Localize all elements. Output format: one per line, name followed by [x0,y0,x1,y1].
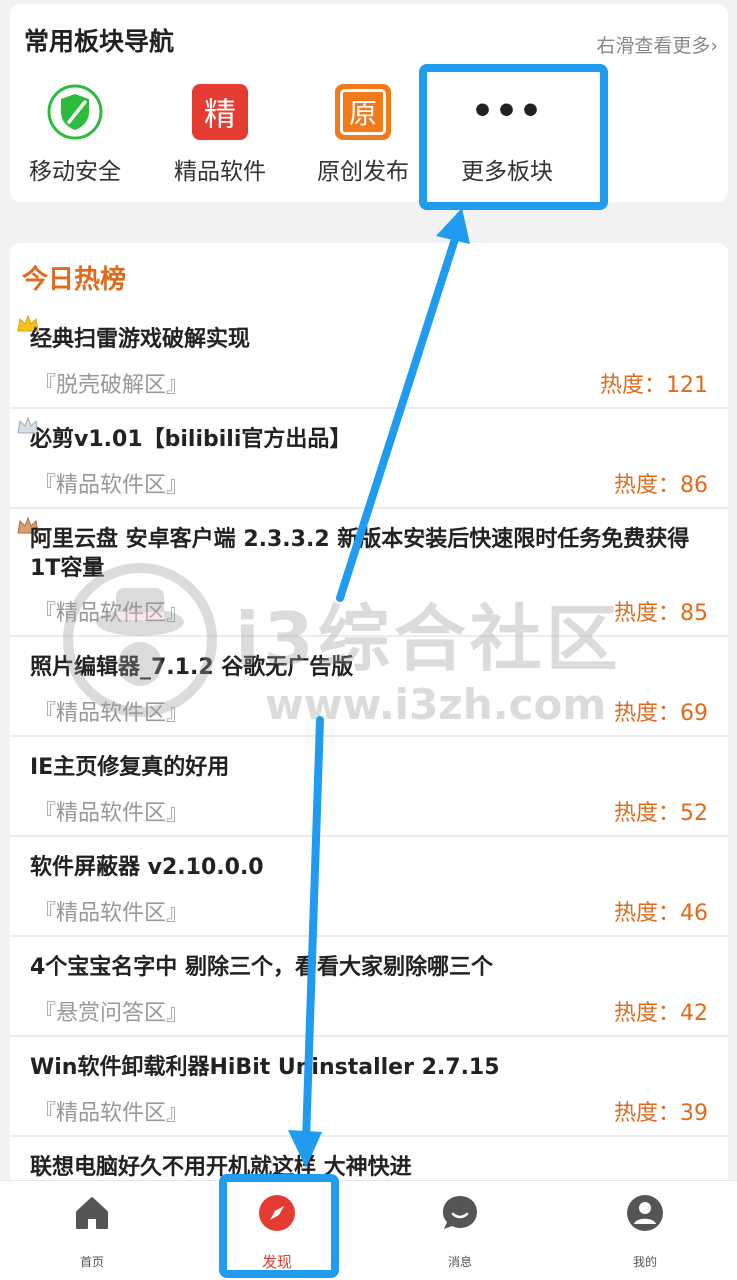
tab-discover[interactable]: 发现 [212,1189,342,1272]
tab-label: 发现 [261,1253,292,1271]
section-nav-title: 常用板块导航 [24,27,175,56]
hot-item-title: 必剪v1.01【bilibili官方出品】 [30,427,352,452]
hot-item-heat: 热度：121 [600,373,708,398]
bottom-tab-bar: 首页 发现 消息 我的 [0,1180,737,1280]
nav-item-label: 原创发布 [317,159,409,185]
nav-item-more-sections[interactable]: ••• 更多板块 [437,84,577,194]
hot-item-section: 『精品软件区』 [34,1101,189,1126]
hot-item-section: 『脱壳破解区』 [34,373,189,398]
nav-item-mobile-security[interactable]: 移动安全 [5,84,145,194]
tab-profile[interactable]: 我的 [580,1189,710,1270]
hot-item-section: 『精品软件区』 [34,801,189,826]
hot-item-section: 『精品软件区』 [34,601,189,626]
hot-item-title: 联想电脑好久不用开机就这样 大神快进 [30,1155,412,1180]
shield-icon [47,84,103,140]
yuan-icon: 原 [335,84,391,140]
tab-home[interactable]: 首页 [27,1189,157,1270]
hot-list-item[interactable]: 照片编辑器_7.1.2 谷歌无广告版 『精品软件区』 热度：69 [10,637,728,737]
hot-item-heat: 热度：42 [614,1001,708,1026]
hot-list-title: 今日热榜 [22,265,127,295]
hot-list-item[interactable]: 软件屏蔽器 v2.10.0.0 『精品软件区』 热度：46 [10,837,728,937]
jing-icon: 精 [192,84,248,140]
hot-item-section: 『悬赏问答区』 [34,1001,189,1026]
home-icon [76,1197,108,1229]
yuan-glyph: 原 [340,89,386,135]
hot-list-item[interactable]: 阿里云盘 安卓客户端 2.3.3.2 新版本安装后快速限时任务免费获得1T容量 … [10,509,728,637]
hot-item-title: 阿里云盘 安卓客户端 2.3.3.2 新版本安装后快速限时任务免费获得1T容量 [30,527,690,581]
tab-label: 消息 [447,1255,472,1269]
section-nav-card: 常用板块导航 右滑查看更多› 移动安全 精 精品软件 原 原创发布 ••• 更多… [10,4,728,202]
hot-item-title: Win软件卸载利器HiBit Uninstaller 2.7.15 [30,1055,500,1080]
nav-item-label: 更多板块 [461,159,553,185]
hot-item-title: 照片编辑器_7.1.2 谷歌无广告版 [30,655,354,680]
hot-item-title: 4个宝宝名字中 剔除三个，看看大家剔除哪三个 [30,955,493,980]
message-icon [443,1196,477,1229]
nav-item-label: 精品软件 [174,159,266,185]
more-dots-icon: ••• [470,91,544,132]
nav-item-original-release[interactable]: 原 原创发布 [293,84,433,194]
hot-list-item[interactable]: 必剪v1.01【bilibili官方出品】 『精品软件区』 热度：86 [10,409,728,509]
hot-item-section: 『精品软件区』 [34,473,189,498]
hot-item-title: IE主页修复真的好用 [30,755,230,780]
hot-list-item[interactable]: IE主页修复真的好用 『精品软件区』 热度：52 [10,737,728,837]
hot-item-section: 『精品软件区』 [34,701,189,726]
hot-item-heat: 热度：52 [614,801,708,826]
tab-label: 首页 [79,1255,104,1269]
hot-item-heat: 热度：85 [614,601,708,626]
hot-item-title: 软件屏蔽器 v2.10.0.0 [30,855,264,880]
swipe-more-link[interactable]: 右滑查看更多› [596,31,718,58]
hot-list-card: 今日热榜 经典扫雷游戏破解实现 『脱壳破解区』 热度：121 必剪v1.01【b… [10,243,728,1243]
hot-item-section: 『精品软件区』 [34,901,189,926]
tab-label: 我的 [632,1255,657,1269]
hot-item-heat: 热度：46 [614,901,708,926]
hot-list-item[interactable]: 4个宝宝名字中 剔除三个，看看大家剔除哪三个 『悬赏问答区』 热度：42 [10,937,728,1037]
hot-item-heat: 热度：86 [614,473,708,498]
tab-messages[interactable]: 消息 [395,1189,525,1270]
user-icon [627,1195,663,1231]
nav-item-label: 移动安全 [29,159,121,185]
nav-item-premium-software[interactable]: 精 精品软件 [150,84,290,194]
hot-list-item[interactable]: 经典扫雷游戏破解实现 『脱壳破解区』 热度：121 [10,305,728,409]
compass-icon [259,1195,295,1231]
hot-item-heat: 热度：39 [614,1101,708,1126]
hot-item-title: 经典扫雷游戏破解实现 [30,327,251,352]
hot-item-heat: 热度：69 [614,701,708,726]
hot-list-item[interactable]: Win软件卸载利器HiBit Uninstaller 2.7.15 『精品软件区… [10,1037,728,1137]
